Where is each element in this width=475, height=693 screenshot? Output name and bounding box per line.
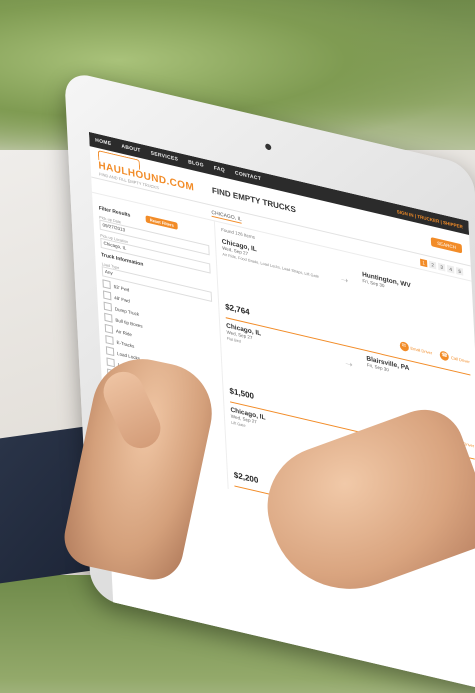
page-5[interactable]: 5	[455, 266, 464, 276]
checkbox[interactable]	[105, 335, 114, 346]
checkbox-label: 53' Fwd	[113, 283, 130, 293]
arrow-right-icon: ➝	[340, 274, 349, 286]
nav-faq[interactable]: FAQ	[214, 165, 225, 174]
checkbox[interactable]	[104, 323, 114, 334]
checkbox[interactable]	[102, 279, 111, 290]
page-2[interactable]: 2	[428, 260, 437, 269]
envelope-icon: ✉	[399, 340, 409, 353]
nav-home[interactable]: HOME	[95, 137, 111, 147]
checkbox-label: E-Tracks	[116, 339, 135, 349]
nav-blog[interactable]: BLOG	[188, 159, 204, 169]
page-4[interactable]: 4	[446, 264, 455, 274]
checkbox-label: 48' Fwd	[114, 294, 130, 304]
checkbox[interactable]	[105, 346, 115, 357]
checkbox[interactable]	[103, 290, 112, 301]
checkbox[interactable]	[104, 312, 113, 323]
search-button[interactable]: SEARCH	[430, 236, 463, 253]
checkbox[interactable]	[103, 301, 112, 312]
checkbox-label: Air Ride	[115, 327, 133, 337]
checkbox[interactable]	[106, 357, 115, 368]
arrow-right-icon: ➝	[344, 358, 354, 371]
checkbox-label: Dump Truck	[114, 305, 140, 317]
nav-about[interactable]: ABOUT	[121, 144, 141, 155]
phone-icon: ☎	[439, 350, 450, 362]
page-3[interactable]: 3	[437, 262, 446, 272]
page-1[interactable]: 1	[419, 258, 428, 267]
